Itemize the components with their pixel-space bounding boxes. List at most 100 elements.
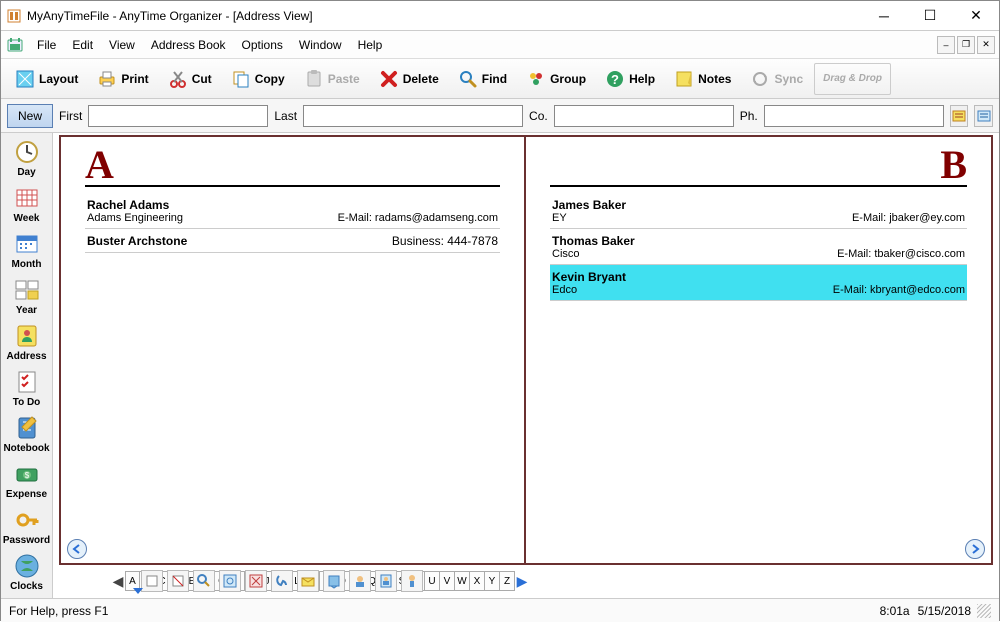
alpha-next-button[interactable]: ▶ xyxy=(515,571,529,591)
bottom-tool-11-button[interactable] xyxy=(401,570,423,592)
bottom-tool-5-button[interactable] xyxy=(245,570,267,592)
sidebar-item-notebook[interactable]: Notebook xyxy=(1,411,52,457)
mdi-minimize-button[interactable]: – xyxy=(937,36,955,54)
next-page-button[interactable] xyxy=(965,539,985,559)
maximize-button[interactable]: ☐ xyxy=(907,1,953,31)
sidebar-item-day[interactable]: Day xyxy=(1,135,52,181)
status-time: 8:01a xyxy=(880,604,910,618)
ph-label: Ph. xyxy=(740,109,758,123)
year-icon xyxy=(13,276,41,304)
contact-name: Buster Archstone xyxy=(87,234,187,248)
mdi-restore-button[interactable]: ❐ xyxy=(957,36,975,54)
cut-button[interactable]: Cut xyxy=(160,63,219,95)
sidebar-item-label: To Do xyxy=(13,397,41,408)
contact-entry[interactable]: Buster Archstone Business: 444-7878 xyxy=(85,229,500,253)
menu-window[interactable]: Window xyxy=(291,34,350,56)
copy-icon xyxy=(230,68,252,90)
menu-help[interactable]: Help xyxy=(350,34,391,56)
sync-button[interactable]: Sync xyxy=(742,63,810,95)
print-button[interactable]: Print xyxy=(89,63,155,95)
toolbar: Layout Print Cut Copy Paste Delete Find … xyxy=(1,59,999,99)
sidebar-item-address[interactable]: Address xyxy=(1,319,52,365)
contact-info: E-Mail: radams@adamseng.com xyxy=(338,212,498,224)
filter-tool-1-button[interactable] xyxy=(950,105,969,127)
sidebar-item-month[interactable]: Month xyxy=(1,227,52,273)
sidebar-item-label: Notebook xyxy=(3,443,49,454)
alpha-tab-z[interactable]: Z xyxy=(500,572,515,590)
layout-button[interactable]: Layout xyxy=(7,63,85,95)
bottom-tool-8-button[interactable] xyxy=(323,570,345,592)
paste-icon xyxy=(303,68,325,90)
contact-company: Edco xyxy=(552,284,577,296)
sidebar-item-clocks[interactable]: Clocks xyxy=(1,549,52,595)
status-bar: For Help, press F1 8:01a 5/15/2018 xyxy=(1,598,999,622)
sidebar-item-to-do[interactable]: To Do xyxy=(1,365,52,411)
sidebar-item-week[interactable]: Week xyxy=(1,181,52,227)
svg-text:?: ? xyxy=(611,72,619,87)
sidebar-item-password[interactable]: Password xyxy=(1,503,52,549)
sidebar-item-label: Day xyxy=(17,167,35,178)
dragdrop-button[interactable]: Drag & Drop xyxy=(814,63,891,95)
alpha-tab-y[interactable]: Y xyxy=(485,572,500,590)
bottom-tool-10-button[interactable] xyxy=(375,570,397,592)
menu-view[interactable]: View xyxy=(101,34,143,56)
title-bar: MyAnyTimeFile - AnyTime Organizer - [Add… xyxy=(1,1,999,31)
first-label: First xyxy=(59,109,82,123)
bottom-tool-1-button[interactable] xyxy=(141,570,163,592)
bottom-tool-9-button[interactable] xyxy=(349,570,371,592)
bottom-tool-2-button[interactable] xyxy=(167,570,189,592)
copy-button[interactable]: Copy xyxy=(223,63,292,95)
alpha-tab-x[interactable]: X xyxy=(470,572,485,590)
help-button[interactable]: ?Help xyxy=(597,63,662,95)
company-input[interactable] xyxy=(554,105,734,127)
app-menu-icon[interactable] xyxy=(5,35,25,55)
contact-entry[interactable]: Rachel Adams Adams Engineering E-Mail: r… xyxy=(85,193,500,229)
sidebar-item-expense[interactable]: $Expense xyxy=(1,457,52,503)
menu-file[interactable]: File xyxy=(29,34,64,56)
resize-grip[interactable] xyxy=(977,604,991,618)
contact-entry[interactable]: Thomas Baker Cisco E-Mail: tbaker@cisco.… xyxy=(550,229,967,265)
notes-icon xyxy=(673,68,695,90)
phone-input[interactable] xyxy=(764,105,944,127)
find-button[interactable]: Find xyxy=(450,63,514,95)
sidebar-item-label: Expense xyxy=(6,489,47,500)
clocks-icon xyxy=(13,552,41,580)
print-icon xyxy=(96,68,118,90)
alpha-tab-v[interactable]: V xyxy=(440,572,455,590)
delete-icon xyxy=(378,68,400,90)
close-button[interactable]: ✕ xyxy=(953,1,999,31)
bottom-tool-4-button[interactable] xyxy=(219,570,241,592)
contact-company: Adams Engineering xyxy=(87,212,183,224)
sync-icon xyxy=(749,68,771,90)
cut-icon xyxy=(167,68,189,90)
contact-entry[interactable]: James Baker EY E-Mail: jbaker@ey.com xyxy=(550,193,967,229)
delete-button[interactable]: Delete xyxy=(371,63,446,95)
group-button[interactable]: Group xyxy=(518,63,593,95)
to-do-icon xyxy=(13,368,41,396)
filter-bar: New First Last Co. Ph. xyxy=(1,99,999,133)
alpha-prev-button[interactable]: ◀ xyxy=(111,571,125,591)
last-input[interactable] xyxy=(303,105,523,127)
bottom-tool-3-button[interactable] xyxy=(193,570,215,592)
prev-page-button[interactable] xyxy=(67,539,87,559)
sidebar-item-year[interactable]: Year xyxy=(1,273,52,319)
notes-button[interactable]: Notes xyxy=(666,63,738,95)
bottom-tool-7-button[interactable] xyxy=(297,570,319,592)
contact-entry[interactable]: Kevin Bryant Edco E-Mail: kbryant@edco.c… xyxy=(550,265,967,301)
password-icon xyxy=(13,506,41,534)
filter-tool-2-button[interactable] xyxy=(974,105,993,127)
first-input[interactable] xyxy=(88,105,268,127)
section-letter-a: A xyxy=(85,145,114,185)
new-button[interactable]: New xyxy=(7,104,53,128)
menu-options[interactable]: Options xyxy=(234,34,291,56)
mdi-close-button[interactable]: ✕ xyxy=(977,36,995,54)
alpha-tab-w[interactable]: W xyxy=(455,572,470,590)
alpha-tab-u[interactable]: U xyxy=(425,572,440,590)
bottom-tool-6-button[interactable] xyxy=(271,570,293,592)
paste-button[interactable]: Paste xyxy=(296,63,367,95)
notebook-icon xyxy=(13,414,41,442)
menu-edit[interactable]: Edit xyxy=(64,34,101,56)
menu-address-book[interactable]: Address Book xyxy=(143,34,234,56)
page-left: A Rachel Adams Adams Engineering E-Mail:… xyxy=(61,137,526,563)
minimize-button[interactable]: ─ xyxy=(861,1,907,31)
